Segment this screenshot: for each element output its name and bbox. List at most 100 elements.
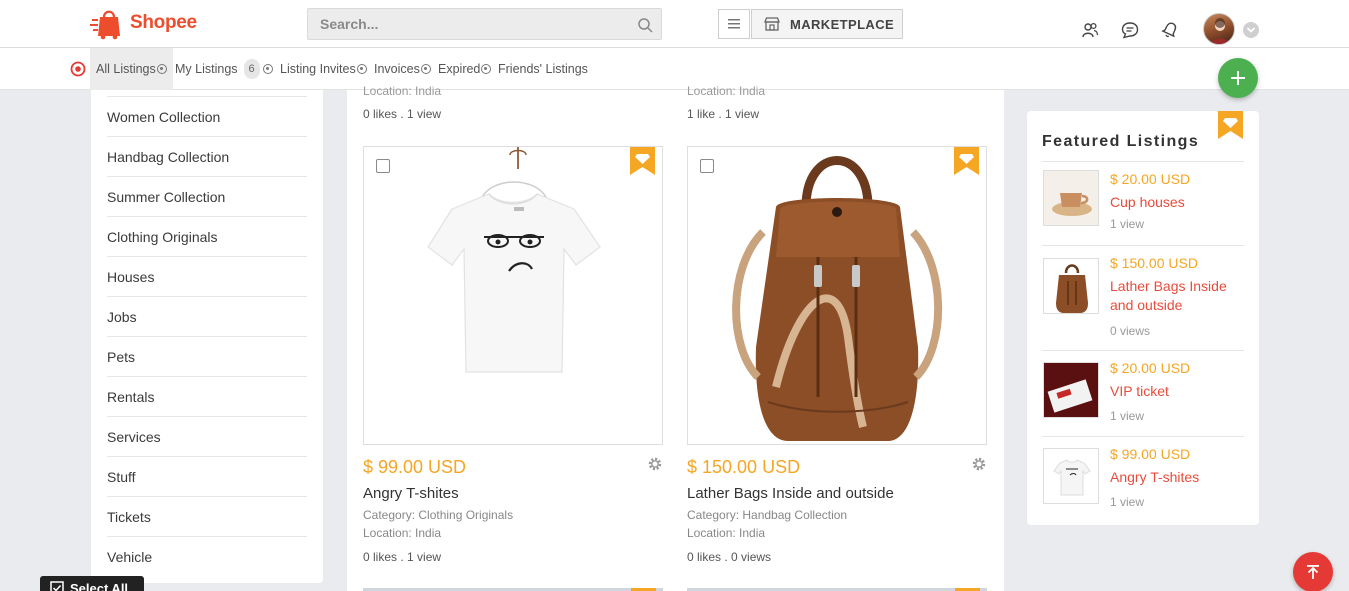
dropdown-dot-icon bbox=[481, 64, 492, 74]
dropdown-dot-icon bbox=[356, 64, 367, 74]
featured-thumbnail[interactable] bbox=[1043, 258, 1099, 314]
tab-friends-listings[interactable]: Friends' Listings bbox=[498, 48, 588, 90]
listing-location: Location: India bbox=[363, 84, 442, 98]
separator: . bbox=[718, 107, 722, 121]
tab-label: Invoices bbox=[374, 62, 420, 76]
tab-my-listings[interactable]: My Listings 6 bbox=[175, 48, 273, 90]
search-box bbox=[307, 8, 662, 40]
featured-ribbon-icon bbox=[630, 147, 655, 175]
featured-thumbnail[interactable] bbox=[1043, 170, 1099, 226]
menu-toggle-button[interactable] bbox=[718, 9, 750, 39]
category-item[interactable]: Rentals bbox=[107, 376, 307, 416]
separator: . bbox=[400, 107, 404, 121]
top-header: Shopee MARKETPLACE bbox=[0, 0, 1349, 48]
category-list: Women Collection Handbag Collection Summ… bbox=[91, 90, 323, 576]
marketplace-button[interactable]: MARKETPLACE bbox=[751, 9, 903, 39]
category-item[interactable]: Houses bbox=[107, 256, 307, 296]
brand-logo[interactable]: Shopee bbox=[90, 6, 197, 40]
featured-item[interactable]: $ 150.00 USD Lather Bags Inside and outs… bbox=[1042, 246, 1244, 351]
backpack-photo bbox=[732, 156, 943, 441]
avatar[interactable] bbox=[1203, 13, 1235, 45]
target-icon bbox=[70, 61, 86, 77]
likes-count: 0 likes bbox=[363, 107, 398, 121]
friends-button[interactable] bbox=[1080, 20, 1100, 40]
chevron-down-icon bbox=[1246, 27, 1256, 33]
notifications-button[interactable] bbox=[1160, 20, 1180, 40]
category-item[interactable]: Handbag Collection bbox=[107, 136, 307, 176]
bell-icon bbox=[1161, 22, 1177, 38]
listings-subnav: All Listings My Listings 6 Listing Invite… bbox=[0, 48, 1349, 90]
listing-stats: 0 likes . 1 view bbox=[363, 107, 441, 121]
hamburger-icon bbox=[728, 19, 740, 29]
tab-all-listings[interactable]: All Listings bbox=[90, 48, 173, 90]
listing-title[interactable]: Angry T-shites bbox=[363, 485, 459, 502]
tab-label: My Listings bbox=[175, 62, 238, 76]
listing-location: Location: India bbox=[687, 526, 766, 540]
featured-price: $ 20.00 USD bbox=[1110, 171, 1191, 187]
featured-name[interactable]: Lather Bags Inside and outside bbox=[1110, 277, 1244, 315]
gear-icon[interactable] bbox=[971, 456, 987, 472]
likes-count: 1 like bbox=[687, 107, 716, 121]
views-count: 1 view bbox=[407, 107, 442, 121]
featured-name[interactable]: Cup houses bbox=[1110, 193, 1244, 212]
featured-thumbnail[interactable] bbox=[1043, 448, 1099, 504]
brand-name: Shopee bbox=[130, 12, 197, 33]
views-count: 0 views bbox=[731, 550, 772, 564]
listing-location: Location: India bbox=[363, 526, 442, 540]
profile-photo bbox=[1210, 18, 1230, 44]
separator: . bbox=[724, 550, 728, 564]
featured-ribbon-icon bbox=[954, 147, 979, 175]
featured-views: 1 view bbox=[1110, 217, 1145, 231]
category-item[interactable]: Stuff bbox=[107, 456, 307, 496]
featured-price: $ 99.00 USD bbox=[1110, 446, 1191, 462]
listing-stats: 0 likes . 1 view bbox=[363, 550, 441, 564]
listing-stats: 1 like . 1 view bbox=[687, 107, 759, 121]
add-listing-button[interactable] bbox=[1218, 58, 1258, 98]
search-icon[interactable] bbox=[637, 17, 653, 33]
featured-name[interactable]: VIP ticket bbox=[1110, 382, 1244, 401]
featured-ribbon-icon bbox=[1218, 111, 1243, 139]
category-item[interactable]: Vehicle bbox=[107, 536, 307, 576]
views-count: 1 view bbox=[407, 550, 442, 564]
likes-count: 0 likes bbox=[363, 550, 398, 564]
featured-item[interactable]: $ 20.00 USD Cup houses 1 view bbox=[1042, 162, 1244, 246]
search-input[interactable] bbox=[308, 9, 661, 39]
profile-menu-button[interactable] bbox=[1243, 22, 1259, 38]
featured-item[interactable]: $ 99.00 USD Angry T-shites 1 view bbox=[1042, 437, 1244, 521]
featured-item[interactable]: $ 20.00 USD VIP ticket 1 view bbox=[1042, 351, 1244, 437]
listing-card[interactable]: $ 150.00 USD Lather Bags Inside and outs… bbox=[687, 146, 987, 564]
listing-category: Category: Handbag Collection bbox=[687, 508, 848, 522]
listing-card[interactable]: $ 99.00 USD Angry T-shites Category: Clo… bbox=[363, 146, 663, 564]
featured-name[interactable]: Angry T-shites bbox=[1110, 468, 1244, 487]
listing-image[interactable] bbox=[687, 146, 987, 445]
category-item[interactable]: Pets bbox=[107, 336, 307, 376]
category-item[interactable]: Jobs bbox=[107, 296, 307, 336]
dropdown-dot-icon bbox=[156, 64, 167, 74]
category-item[interactable]: Tickets bbox=[107, 496, 307, 536]
category-item[interactable]: Services bbox=[107, 416, 307, 456]
separator: . bbox=[400, 550, 404, 564]
tab-listing-invites[interactable]: Listing Invites bbox=[280, 48, 367, 90]
dropdown-dot-icon bbox=[420, 64, 431, 74]
featured-views: 0 views bbox=[1110, 324, 1151, 338]
listing-location: Location: India bbox=[687, 84, 766, 98]
gear-icon[interactable] bbox=[647, 456, 663, 472]
messages-button[interactable] bbox=[1120, 20, 1140, 40]
featured-price: $ 20.00 USD bbox=[1110, 360, 1191, 376]
select-checkbox[interactable] bbox=[700, 159, 714, 173]
chat-icon bbox=[1121, 22, 1139, 39]
arrow-up-icon bbox=[1307, 565, 1319, 579]
listing-title[interactable]: Lather Bags Inside and outside bbox=[687, 485, 894, 502]
category-item[interactable]: Women Collection bbox=[107, 96, 307, 136]
tab-label: Listing Invites bbox=[280, 62, 356, 76]
marketplace-label: MARKETPLACE bbox=[790, 16, 895, 32]
listing-image[interactable] bbox=[363, 146, 663, 445]
featured-thumbnail[interactable] bbox=[1043, 362, 1099, 418]
select-all-button[interactable]: Select All bbox=[40, 576, 144, 591]
scroll-to-top-button[interactable] bbox=[1293, 552, 1333, 591]
category-item[interactable]: Clothing Originals bbox=[107, 216, 307, 256]
tab-expired[interactable]: Expired bbox=[438, 48, 492, 90]
category-item[interactable]: Summer Collection bbox=[107, 176, 307, 216]
select-checkbox[interactable] bbox=[376, 159, 390, 173]
cup-photo bbox=[1044, 171, 1098, 225]
